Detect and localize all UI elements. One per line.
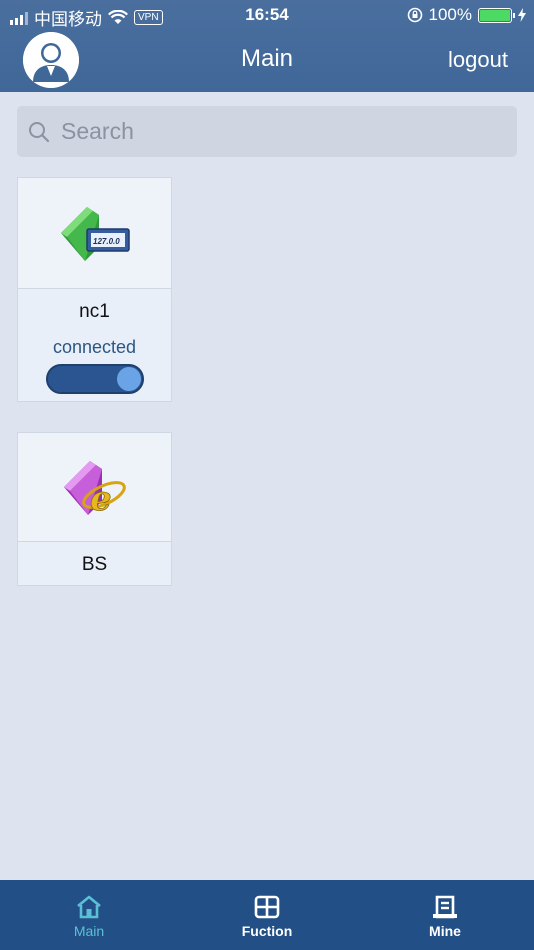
ip-text: 127.0.0: [93, 237, 120, 246]
tab-function[interactable]: Fuction: [207, 880, 327, 950]
device-icon-area[interactable]: 127.0.0: [18, 178, 171, 289]
battery-percent: 100%: [428, 5, 472, 24]
charging-icon: [518, 8, 526, 22]
tab-label: Fuction: [241, 923, 293, 939]
logout-button[interactable]: logout: [448, 47, 508, 73]
connection-toggle[interactable]: [45, 364, 144, 394]
ie-letter: e: [90, 479, 112, 519]
tab-label: Main: [73, 923, 105, 939]
network-folder-icon: 127.0.0: [60, 207, 130, 261]
tab-label: Mine: [429, 923, 461, 939]
browser-folder-icon: e: [63, 461, 126, 519]
function-icon: [254, 895, 280, 919]
status-bar: 中国移动 VPN 16:54 100%: [0, 0, 534, 30]
tab-main[interactable]: Main: [29, 880, 149, 950]
mine-icon: [433, 895, 457, 919]
device-name: nc1: [79, 301, 110, 322]
search-input[interactable]: [59, 117, 483, 146]
home-icon: [77, 895, 101, 919]
device-icon-area[interactable]: e: [18, 433, 171, 542]
device-card-nc1[interactable]: 127.0.0 nc1 connected: [17, 177, 172, 402]
search-bar[interactable]: [17, 106, 517, 157]
search-icon: [29, 121, 50, 142]
device-card-bs[interactable]: e BS: [17, 432, 172, 586]
battery-icon: [478, 7, 515, 23]
toggle-knob[interactable]: [116, 367, 141, 391]
top-bar: 中国移动 VPN 16:54 100% Main logout: [0, 0, 534, 92]
rotation-lock-icon: [407, 7, 422, 23]
tab-mine[interactable]: Mine: [385, 880, 505, 950]
device-name: BS: [81, 554, 108, 575]
tab-bar: Main Fuction Mine: [0, 880, 534, 950]
device-status: connected: [52, 337, 137, 357]
